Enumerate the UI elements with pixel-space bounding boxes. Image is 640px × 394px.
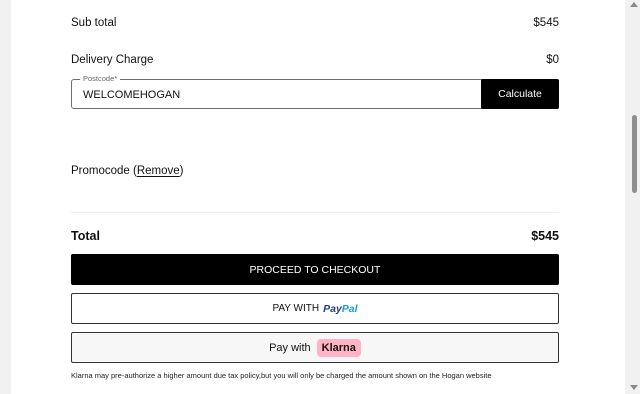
calculate-button[interactable]: Calculate	[481, 79, 559, 109]
scrollbar-thumb[interactable]	[632, 115, 637, 193]
postcode-input-value[interactable]: WELCOMEHOGAN	[83, 89, 180, 101]
pay-with-klarna-button[interactable]: Pay with Klarna	[71, 332, 559, 363]
total-value: $545	[531, 229, 559, 243]
paypal-prefix: PAY WITH	[272, 303, 320, 314]
promocode-label: Promocode (	[71, 165, 137, 177]
total-row: Total $545	[71, 229, 559, 243]
remove-promocode-link[interactable]: Remove	[137, 165, 180, 177]
klarna-logo-icon: Klarna	[316, 338, 361, 357]
divider	[71, 212, 559, 213]
scrollbar[interactable]	[628, 0, 640, 394]
klarna-disclaimer: Klarna may pre-authorize a higher amount…	[71, 371, 492, 380]
delivery-row: Delivery Charge $0	[71, 54, 559, 66]
scroll-down-arrow-icon[interactable]	[630, 385, 638, 390]
promocode-close-paren: )	[179, 165, 184, 177]
delivery-value: $0	[546, 54, 559, 66]
subtotal-value: $545	[533, 17, 559, 29]
delivery-label: Delivery Charge	[71, 54, 154, 66]
proceed-to-checkout-button[interactable]: PROCEED TO CHECKOUT	[71, 254, 559, 285]
klarna-prefix: Pay with	[269, 341, 311, 354]
paypal-logo-icon: PayPal	[323, 303, 357, 315]
paypal-logo-part2: Pal	[341, 302, 358, 315]
subtotal-label: Sub total	[71, 17, 117, 29]
pay-with-paypal-button[interactable]: PAY WITH PayPal	[71, 293, 559, 324]
promocode-row: Promocode (Remove)	[71, 165, 184, 177]
scroll-up-arrow-icon[interactable]	[630, 2, 638, 7]
total-label: Total	[71, 229, 100, 243]
postcode-legend: Postcode*	[80, 74, 121, 83]
paypal-logo-part1: Pay	[323, 302, 342, 315]
subtotal-row: Sub total $545	[71, 17, 559, 29]
